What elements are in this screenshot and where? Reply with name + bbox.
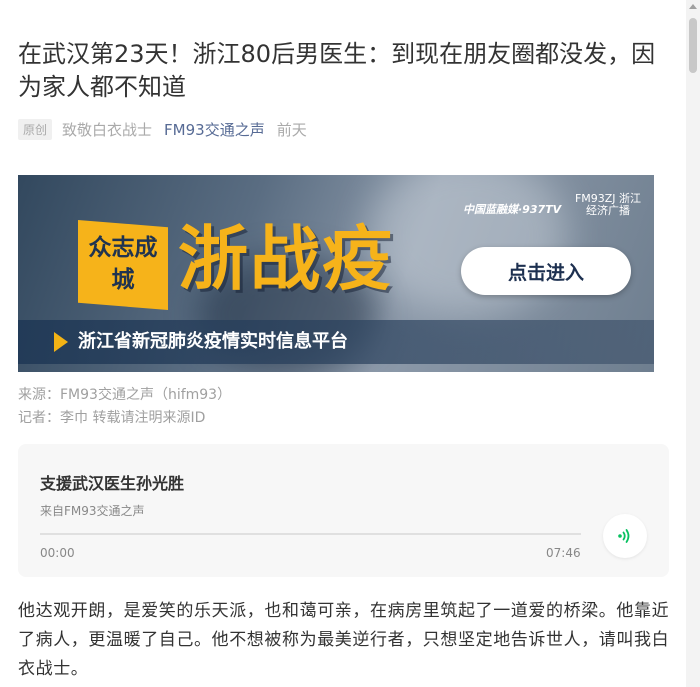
audio-wave-icon: [618, 529, 630, 543]
article-source: 来源：FM93交通之声（hifm93） 记者：李巾 转载请注明来源ID: [18, 384, 231, 430]
audio-duration: 07:46: [546, 546, 581, 560]
publish-time: 前天: [276, 120, 307, 139]
banner-slogan-small-text: 众志成城: [88, 235, 158, 293]
original-badge: 原创: [18, 118, 53, 140]
scroll-up-icon[interactable]: [689, 4, 697, 9]
banner-logo-fm93: FM93ZJ 浙江经济广播: [574, 192, 642, 217]
banner-platform-text: 浙江省新冠肺炎疫情实时信息平台: [78, 331, 348, 352]
arrow-icon: [54, 332, 68, 352]
audio-current-time: 00:00: [40, 546, 75, 560]
article-meta: 原创 致敬白衣战士 FM93交通之声 前天: [18, 118, 307, 140]
audio-player[interactable]: 支援武汉医生孙光胜 来自FM93交通之声 00:00 07:46: [18, 444, 669, 577]
account-link[interactable]: FM93交通之声: [164, 119, 265, 140]
audio-source: 来自FM93交通之声: [40, 504, 145, 518]
audio-play-button[interactable]: [603, 514, 647, 558]
author-name: 致敬白衣战士: [62, 120, 153, 139]
article-paragraph: 他达观开朗，是爱笑的乐天派，也和蔼可亲，在病房里筑起了一道爱的桥梁。他靠近了病人…: [18, 601, 670, 679]
scrollbar[interactable]: [686, 0, 700, 687]
source-line: 来源：FM93交通之声（hifm93）: [18, 387, 232, 403]
banner-logo: 中国蓝融媒·937TV: [463, 203, 562, 216]
audio-progress-track[interactable]: [40, 533, 581, 535]
banner-slogan-big: 浙战疫: [178, 218, 394, 300]
article-title: 在武汉第23天！浙江80后男医生：到现在朋友圈都没发，因为家人都不知道: [18, 40, 656, 101]
banner-image[interactable]: 众志成城 浙战疫 中国蓝融媒·937TV FM93ZJ 浙江经济广播 点击进入 …: [18, 175, 654, 372]
enter-button[interactable]: 点击进入: [461, 247, 631, 295]
banner-slogan-small: 众志成城: [78, 220, 168, 310]
audio-title: 支援武汉医生孙光胜: [40, 474, 185, 493]
scrollbar-thumb[interactable]: [689, 18, 697, 73]
reporter-line: 记者：李巾 转载请注明来源ID: [18, 410, 206, 426]
